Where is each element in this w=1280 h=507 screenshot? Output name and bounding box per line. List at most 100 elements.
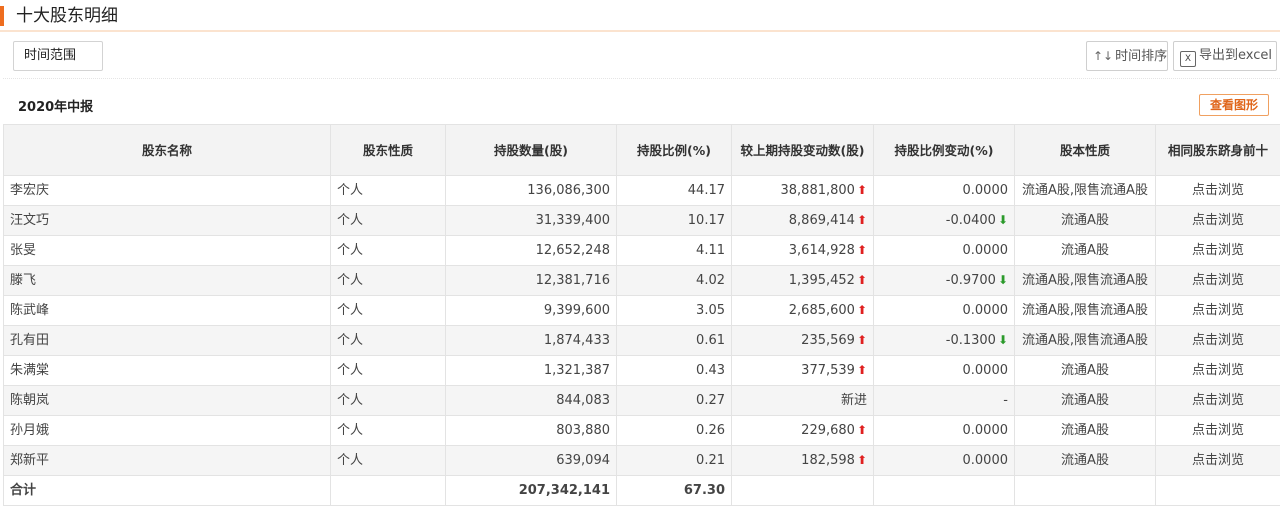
table-row: 孔有田 个人 1,874,433 0.61 235,569 ⬆ -0.1300 ⬇ 流通A股,限… bbox=[3, 325, 1280, 356]
shares-count: 639,094 bbox=[445, 445, 617, 476]
share-type: 流通A股 bbox=[1014, 385, 1156, 416]
share-type: 流通A股,限售流通A股 bbox=[1014, 295, 1156, 326]
shares-change: 377,539 bbox=[801, 363, 855, 378]
shares-count: 803,880 bbox=[445, 415, 617, 446]
shares-ratio: 44.17 bbox=[616, 175, 732, 206]
shares-change: 2,685,600 bbox=[788, 303, 855, 318]
shares-count: 9,399,600 bbox=[445, 295, 617, 326]
holder-name: 汪文巧 bbox=[3, 205, 331, 236]
view-link[interactable]: 点击浏览 bbox=[1155, 235, 1280, 266]
view-link[interactable]: 点击浏览 bbox=[1155, 415, 1280, 446]
title-bar: 十大股东明细 bbox=[0, 0, 1280, 32]
arrow-up-icon: ⬆ bbox=[856, 453, 867, 467]
shares-change-cell: 1,395,452 ⬆ bbox=[731, 265, 874, 296]
ratio-change: -0.0400 bbox=[945, 213, 996, 228]
share-type: 流通A股 bbox=[1014, 445, 1156, 476]
time-sort-button[interactable]: ↑↓ 时间排序 bbox=[1086, 41, 1168, 71]
view-link[interactable]: 点击浏览 bbox=[1155, 355, 1280, 386]
share-type: 流通A股 bbox=[1014, 235, 1156, 266]
dotted-divider bbox=[3, 78, 1280, 79]
shares-change-cell: 229,680 ⬆ bbox=[731, 415, 874, 446]
arrow-up-icon: ⬆ bbox=[856, 243, 867, 257]
time-range-button[interactable]: 时间范围 bbox=[13, 41, 103, 71]
table-row: 汪文巧 个人 31,339,400 10.17 8,869,414 ⬆ -0.0400 ⬇ 流通… bbox=[3, 205, 1280, 236]
ratio-change: 0.0000 bbox=[962, 423, 1009, 438]
shares-change-cell: 2,685,600 ⬆ bbox=[731, 295, 874, 326]
view-link[interactable]: 点击浏览 bbox=[1155, 265, 1280, 296]
view-link[interactable]: 点击浏览 bbox=[1155, 385, 1280, 416]
shares-count: 31,339,400 bbox=[445, 205, 617, 236]
header-holder-name[interactable]: 股东名称 bbox=[3, 124, 331, 176]
shares-change: 229,680 bbox=[801, 423, 855, 438]
shares-count: 1,874,433 bbox=[445, 325, 617, 356]
holder-nature: 个人 bbox=[330, 295, 446, 326]
view-link[interactable]: 点击浏览 bbox=[1155, 445, 1280, 476]
shares-change: 235,569 bbox=[801, 333, 855, 348]
shares-change-cell: 3,614,928 ⬆ bbox=[731, 235, 874, 266]
shares-change-cell: 377,539 ⬆ bbox=[731, 355, 874, 386]
holder-nature: 个人 bbox=[330, 445, 446, 476]
table-row: 陈朝岚 个人 844,083 0.27 新进 - 流通A股 点击浏览 bbox=[3, 385, 1280, 416]
ratio-change-cell: 0.0000 bbox=[873, 445, 1015, 476]
table-row: 张旻 个人 12,652,248 4.11 3,614,928 ⬆ 0.0000 流通A股 点击… bbox=[3, 235, 1280, 266]
ratio-change: 0.0000 bbox=[962, 183, 1009, 198]
shares-ratio: 4.02 bbox=[616, 265, 732, 296]
header-holder-nature[interactable]: 股东性质 bbox=[330, 124, 446, 176]
holder-nature: 个人 bbox=[330, 235, 446, 266]
top-holders-table: 股东名称 股东性质 持股数量(股) 持股比例(%) 较上期持股变动数(股) 持股… bbox=[3, 124, 1280, 506]
shares-ratio: 10.17 bbox=[616, 205, 732, 236]
arrow-up-icon: ⬆ bbox=[856, 303, 867, 317]
shares-count: 136,086,300 bbox=[445, 175, 617, 206]
total-row: 合计 207,342,141 67.30 bbox=[3, 475, 1280, 506]
ratio-change-cell: 0.0000 bbox=[873, 235, 1015, 266]
export-excel-label: 导出到excel bbox=[1199, 48, 1272, 63]
header-ratio[interactable]: 持股比例(%) bbox=[616, 124, 732, 176]
report-period: 2020年中报 bbox=[18, 100, 94, 115]
shares-change-cell: 38,881,800 ⬆ bbox=[731, 175, 874, 206]
holder-nature: 个人 bbox=[330, 265, 446, 296]
shares-change: 182,598 bbox=[801, 453, 855, 468]
ratio-change: 0.0000 bbox=[962, 303, 1009, 318]
arrow-up-icon: ⬆ bbox=[856, 213, 867, 227]
table-row: 孙月娥 个人 803,880 0.26 229,680 ⬆ 0.0000 流通A股 点击浏览 bbox=[3, 415, 1280, 446]
arrow-down-icon: ⬇ bbox=[997, 273, 1008, 287]
shares-change: 38,881,800 bbox=[780, 183, 855, 198]
ratio-change-cell: 0.0000 bbox=[873, 295, 1015, 326]
share-type: 流通A股,限售流通A股 bbox=[1014, 175, 1156, 206]
arrow-up-icon: ⬆ bbox=[856, 333, 867, 347]
view-link[interactable]: 点击浏览 bbox=[1155, 175, 1280, 206]
ratio-change-cell: - bbox=[873, 385, 1015, 416]
shares-ratio: 4.11 bbox=[616, 235, 732, 266]
total-shares: 207,342,141 bbox=[445, 475, 617, 506]
shares-count: 12,381,716 bbox=[445, 265, 617, 296]
table-row: 滕飞 个人 12,381,716 4.02 1,395,452 ⬆ -0.9700 ⬇ 流通A股… bbox=[3, 265, 1280, 296]
shares-ratio: 0.21 bbox=[616, 445, 732, 476]
ratio-change-cell: 0.0000 bbox=[873, 415, 1015, 446]
holder-name: 张旻 bbox=[3, 235, 331, 266]
view-chart-button[interactable]: 查看图形 bbox=[1199, 94, 1269, 116]
ratio-change: - bbox=[1003, 393, 1008, 408]
view-link[interactable]: 点击浏览 bbox=[1155, 295, 1280, 326]
export-excel-button[interactable]: X 导出到excel bbox=[1173, 41, 1277, 71]
header-ratio-change[interactable]: 持股比例变动(%) bbox=[873, 124, 1015, 176]
holder-name: 陈朝岚 bbox=[3, 385, 331, 416]
shares-ratio: 0.61 bbox=[616, 325, 732, 356]
header-same-holder[interactable]: 相同股东跻身前十 bbox=[1155, 124, 1280, 176]
holder-name: 孔有田 bbox=[3, 325, 331, 356]
ratio-change: 0.0000 bbox=[962, 363, 1009, 378]
header-shares[interactable]: 持股数量(股) bbox=[445, 124, 617, 176]
header-change[interactable]: 较上期持股变动数(股) bbox=[731, 124, 874, 176]
view-link[interactable]: 点击浏览 bbox=[1155, 205, 1280, 236]
header-share-type[interactable]: 股本性质 bbox=[1014, 124, 1156, 176]
ratio-change-cell: -0.9700 ⬇ bbox=[873, 265, 1015, 296]
ratio-change: -0.9700 bbox=[945, 273, 996, 288]
view-link[interactable]: 点击浏览 bbox=[1155, 325, 1280, 356]
ratio-change-cell: -0.0400 ⬇ bbox=[873, 205, 1015, 236]
title-accent-bar bbox=[0, 6, 4, 26]
ratio-change: 0.0000 bbox=[962, 243, 1009, 258]
arrow-up-icon: ⬆ bbox=[856, 183, 867, 197]
share-type: 流通A股,限售流通A股 bbox=[1014, 325, 1156, 356]
table-row: 朱满棠 个人 1,321,387 0.43 377,539 ⬆ 0.0000 流通A股 点击浏览 bbox=[3, 355, 1280, 386]
arrow-up-icon: ⬆ bbox=[856, 273, 867, 287]
excel-icon: X bbox=[1180, 51, 1196, 67]
